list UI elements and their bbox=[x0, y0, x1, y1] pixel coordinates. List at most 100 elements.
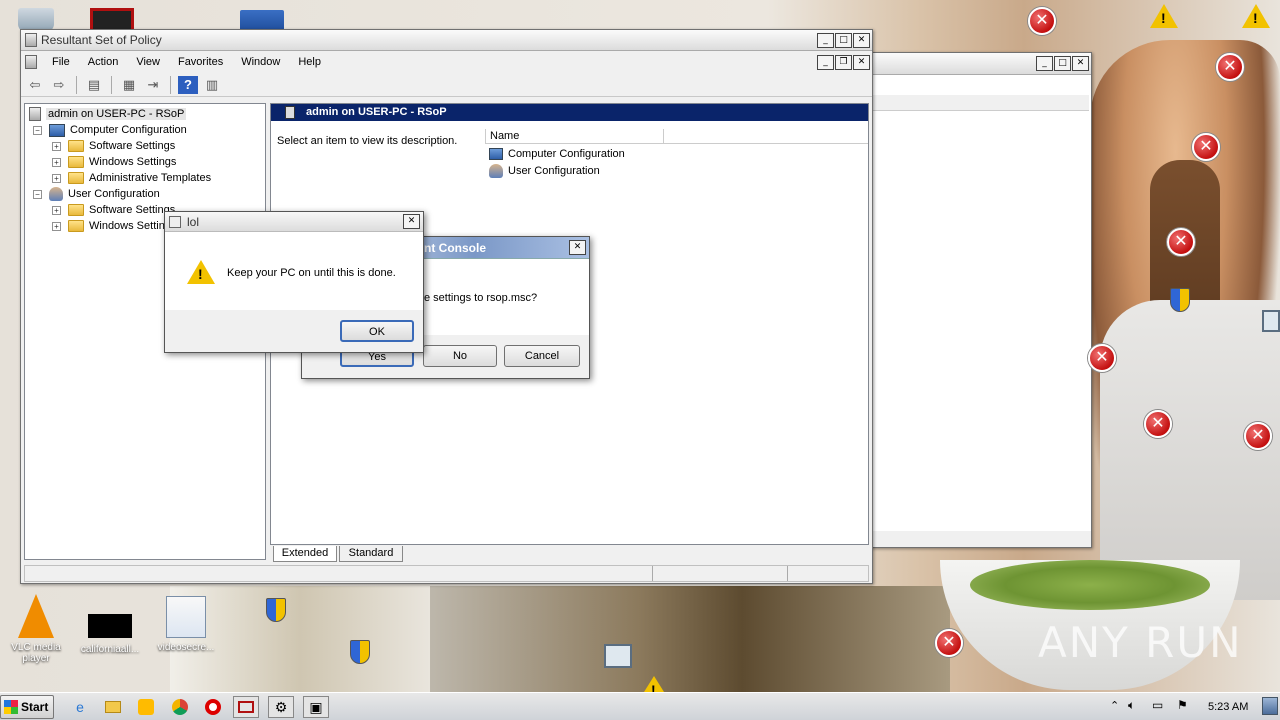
show-hide-action-pane-icon[interactable]: ▥ bbox=[202, 76, 222, 94]
ok-button[interactable]: OK bbox=[340, 320, 414, 342]
lol-dialog[interactable]: lol ✕ Keep your PC on until this is done… bbox=[164, 211, 424, 353]
title-bar[interactable]: Resultant Set of Policy _ □ ✕ bbox=[21, 30, 872, 51]
tray-expand-icon[interactable]: ⌃ bbox=[1110, 699, 1119, 712]
warning-icon bbox=[1150, 4, 1178, 28]
close-icon[interactable]: ✕ bbox=[403, 214, 420, 229]
desktop-icon-vlc[interactable]: VLC media player bbox=[6, 594, 66, 664]
help-icon[interactable]: ? bbox=[178, 75, 198, 94]
network-icon[interactable]: ▭ bbox=[1152, 698, 1163, 712]
start-button[interactable]: Start bbox=[0, 695, 54, 719]
maximize-icon[interactable]: □ bbox=[1054, 56, 1071, 71]
list-item-computer-configuration[interactable]: Computer Configuration bbox=[489, 146, 625, 162]
action-center-flag-icon[interactable]: ⚑ bbox=[1177, 698, 1188, 712]
child-restore-icon[interactable]: ❐ bbox=[835, 54, 852, 70]
tree-user-software-settings[interactable]: + Software Settings bbox=[52, 202, 175, 218]
tab-extended[interactable]: Extended bbox=[273, 546, 337, 562]
rsop-doc-icon bbox=[285, 106, 295, 119]
menu-view[interactable]: View bbox=[127, 56, 169, 68]
tree-computer-software-settings[interactable]: + Software Settings bbox=[52, 138, 175, 154]
wallpaper-woman-shirt bbox=[1100, 300, 1280, 600]
close-icon[interactable]: ✕ bbox=[853, 32, 870, 48]
tree-computer-administrative-templates[interactable]: + Administrative Templates bbox=[52, 170, 211, 186]
status-bar bbox=[24, 565, 869, 582]
show-hide-console-tree-icon[interactable]: ▤ bbox=[84, 76, 104, 94]
lol-dialog-message: Keep your PC on until this is done. bbox=[227, 267, 396, 279]
warning-icon bbox=[187, 260, 215, 284]
explorer-folder-icon[interactable] bbox=[100, 696, 126, 718]
tree-user-windows-settings[interactable]: + Windows Settings bbox=[52, 218, 176, 234]
tree-user-configuration[interactable]: − User Configuration bbox=[33, 186, 160, 202]
show-desktop-button[interactable] bbox=[1262, 697, 1278, 715]
list-item-user-configuration[interactable]: User Configuration bbox=[489, 163, 600, 179]
rsop-task-icon[interactable]: ⚙ bbox=[268, 696, 294, 718]
close-icon[interactable]: ✕ bbox=[1072, 56, 1089, 71]
computer-icon bbox=[489, 148, 503, 160]
expand-icon[interactable]: + bbox=[52, 157, 61, 167]
uac-shield-icon bbox=[350, 640, 370, 664]
child-close-icon[interactable]: ✕ bbox=[853, 54, 870, 70]
rsop-app-icon bbox=[25, 33, 37, 47]
clock[interactable]: 5:23 AM bbox=[1208, 701, 1248, 713]
child-minimize-icon[interactable]: _ bbox=[817, 54, 834, 70]
description-text: Select an item to view its description. bbox=[277, 135, 458, 147]
word-doc-warning-icon bbox=[166, 596, 206, 638]
folder-icon bbox=[68, 204, 84, 216]
toolbar-separator bbox=[170, 75, 171, 94]
minimize-icon[interactable]: _ bbox=[817, 32, 834, 48]
tree-root[interactable]: admin on USER-PC - RSoP bbox=[29, 106, 187, 122]
computer-icon bbox=[49, 123, 65, 137]
collapse-icon[interactable]: − bbox=[33, 189, 42, 199]
menu-file[interactable]: File bbox=[43, 56, 79, 68]
monitor-icon bbox=[1262, 310, 1280, 332]
menu-favorites[interactable]: Favorites bbox=[169, 56, 232, 68]
black-file-icon bbox=[88, 614, 132, 638]
minimize-icon[interactable]: _ bbox=[1036, 56, 1053, 71]
background-window[interactable]: _ □ ✕ bbox=[870, 52, 1092, 548]
collapse-icon[interactable]: − bbox=[33, 125, 42, 135]
watermark: ANY RUN bbox=[1038, 618, 1243, 667]
toolbar-separator bbox=[76, 75, 77, 94]
export-list-icon[interactable]: ⇥ bbox=[143, 76, 163, 94]
monitor-icon bbox=[604, 644, 632, 668]
list-header-empty[interactable] bbox=[664, 129, 868, 144]
menu-action[interactable]: Action bbox=[79, 56, 128, 68]
desktop-icon-californiaall[interactable]: californiaall... bbox=[80, 614, 140, 655]
tree-computer-configuration[interactable]: − Computer Configuration bbox=[33, 122, 187, 138]
taskbar: Start e ⚙ ▣ ⌃ 🔈︎ ▭ ⚑ 5:23 AM bbox=[0, 692, 1280, 720]
status-bar bbox=[871, 531, 1091, 547]
windows-logo-icon bbox=[4, 700, 18, 714]
lol-dialog-titlebar[interactable]: lol ✕ bbox=[165, 212, 423, 232]
desktop-icon-videosecre[interactable]: videosecre... bbox=[156, 596, 216, 653]
error-icon: ✕ bbox=[1167, 228, 1195, 256]
user-icon bbox=[49, 187, 63, 201]
forward-arrow-icon[interactable]: ⇨ bbox=[49, 76, 69, 94]
no-button[interactable]: No bbox=[423, 345, 497, 367]
expand-icon[interactable]: + bbox=[52, 221, 61, 231]
cancel-button[interactable]: Cancel bbox=[504, 345, 580, 367]
mmc-dialog-message: e settings to rsop.msc? bbox=[424, 292, 538, 304]
expand-icon[interactable]: + bbox=[52, 173, 61, 183]
maximize-icon[interactable]: □ bbox=[835, 32, 852, 48]
expand-icon[interactable]: + bbox=[52, 141, 61, 151]
ie-icon[interactable]: e bbox=[67, 696, 93, 718]
chrome-icon[interactable] bbox=[167, 696, 193, 718]
close-icon[interactable]: ✕ bbox=[569, 240, 586, 255]
media-player-icon[interactable] bbox=[133, 696, 159, 718]
menu-window[interactable]: Window bbox=[232, 56, 289, 68]
menu-help[interactable]: Help bbox=[289, 56, 330, 68]
error-icon: ✕ bbox=[935, 629, 963, 657]
error-icon: ✕ bbox=[1244, 422, 1272, 450]
toolbar-separator bbox=[111, 75, 112, 94]
opera-icon[interactable] bbox=[200, 696, 226, 718]
task-app-icon[interactable] bbox=[233, 696, 259, 718]
dialog-task-icon[interactable]: ▣ bbox=[303, 696, 329, 718]
expand-icon[interactable]: + bbox=[52, 205, 61, 215]
tree-computer-windows-settings[interactable]: + Windows Settings bbox=[52, 154, 176, 170]
volume-icon[interactable]: 🔈︎ bbox=[1128, 698, 1135, 713]
wallpaper-table bbox=[430, 586, 950, 692]
back-arrow-icon[interactable]: ⇦ bbox=[25, 76, 45, 94]
window-title: Resultant Set of Policy bbox=[41, 33, 162, 47]
list-header-name[interactable]: Name bbox=[485, 129, 664, 144]
tab-standard[interactable]: Standard bbox=[339, 546, 403, 562]
properties-icon[interactable]: ▦ bbox=[119, 76, 139, 94]
